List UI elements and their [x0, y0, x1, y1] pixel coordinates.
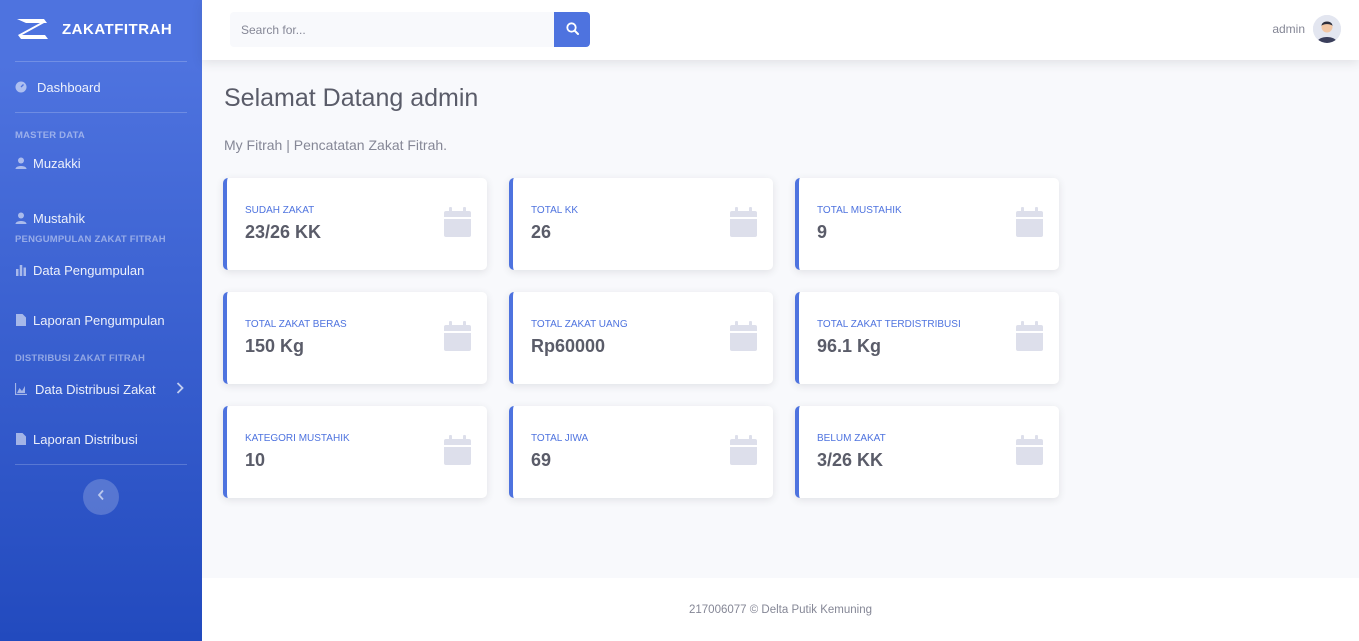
stat-card-sudah-zakat: SUDAH ZAKAT 23/26 KK	[223, 178, 487, 270]
stat-card-value: 150 Kg	[245, 336, 305, 356]
sidebar-item-label: Laporan Pengumpulan	[33, 312, 165, 328]
stat-card-value: 26	[531, 222, 552, 242]
calendar-icon	[730, 435, 757, 465]
stat-card-label: TOTAL ZAKAT BERAS	[245, 319, 347, 330]
sidebar-item-label: Data Pengumpulan	[33, 262, 145, 278]
user-dropdown[interactable]: admin	[1272, 15, 1341, 43]
user-icon	[15, 157, 27, 169]
search-input[interactable]	[230, 12, 554, 47]
stat-card-label: TOTAL ZAKAT TERDISTRIBUSI	[817, 319, 961, 330]
stat-card-value: 10	[245, 450, 266, 470]
sidebar-item-mustahik[interactable]: Mustahik	[0, 185, 202, 243]
sidebar-item-label: Data Distribusi Zakat	[35, 381, 156, 397]
sidebar-item-label: Muzakki	[33, 155, 81, 171]
stat-card-label: TOTAL KK	[531, 205, 579, 216]
sidebar-heading: MASTER DATA	[15, 130, 85, 141]
brand-name: ZAKATFITRAH	[62, 20, 173, 38]
stat-card-belum-zakat: BELUM ZAKAT 3/26 KK	[795, 406, 1059, 498]
sidebar-item-dashboard[interactable]: Dashboard	[0, 62, 202, 112]
stat-card-value: 23/26 KK	[245, 222, 322, 242]
calendar-icon	[444, 321, 471, 351]
stat-card-value: Rp60000	[531, 336, 606, 356]
sidebar-item-data-pengumpulan[interactable]: Data Pengumpulan	[0, 245, 202, 295]
sidebar-item-laporan-pengumpulan[interactable]: Laporan Pengumpulan	[0, 295, 202, 345]
tachometer-icon	[15, 81, 27, 93]
topbar: admin	[202, 0, 1359, 60]
laugh-wink-icon	[14, 15, 50, 43]
stat-card-value: 96.1 Kg	[817, 336, 882, 356]
calendar-icon	[444, 435, 471, 465]
chart-bar-icon	[15, 264, 27, 276]
sidebar-heading: DISTRIBUSI ZAKAT FITRAH	[15, 353, 146, 364]
sidebar-toggle-button[interactable]	[83, 479, 119, 515]
footer: 217006077 © Delta Putik Kemuning	[202, 578, 1359, 641]
stat-card-label: KATEGORI MUSTAHIK	[245, 433, 350, 444]
user-icon	[15, 212, 27, 224]
calendar-icon	[730, 207, 757, 237]
calendar-icon	[444, 207, 471, 237]
footer-copyright: 217006077 © Delta Putik Kemuning	[688, 603, 872, 616]
chevron-right-icon	[176, 382, 184, 397]
search-button[interactable]	[554, 12, 590, 47]
chart-area-icon	[15, 383, 27, 395]
page-title: Selamat Datang admin	[224, 84, 479, 112]
file-icon	[15, 314, 27, 326]
stat-card-value: 3/26 KK	[817, 450, 884, 470]
search-icon	[565, 21, 579, 38]
stat-card-label: BELUM ZAKAT	[817, 433, 886, 444]
sidebar-item-muzakki[interactable]: Muzakki	[0, 141, 202, 185]
calendar-icon	[1016, 321, 1043, 351]
sidebar-item-laporan-distribusi[interactable]: Laporan Distribusi	[0, 414, 202, 464]
page-subtitle: My Fitrah | Pencatatan Zakat Fitrah.	[224, 137, 448, 153]
sidebar-item-label: Dashboard	[37, 79, 101, 95]
search-bar	[230, 12, 590, 47]
stat-card-value: 69	[531, 450, 552, 470]
calendar-icon	[1016, 207, 1043, 237]
stat-card-kategori-mustahik: KATEGORI MUSTAHIK 10	[223, 406, 487, 498]
chevron-left-icon	[97, 488, 105, 506]
stat-card-total-zakat-uang: TOTAL ZAKAT UANG Rp60000	[509, 292, 773, 384]
avatar	[1313, 15, 1341, 43]
stat-card-value: 9	[817, 222, 828, 242]
sidebar-divider	[15, 112, 187, 113]
sidebar-divider	[15, 464, 187, 465]
stat-card-total-zakat-beras: TOTAL ZAKAT BERAS 150 Kg	[223, 292, 487, 384]
sidebar: ZAKATFITRAH Dashboard MASTER DATA Muzakk…	[0, 0, 202, 641]
calendar-icon	[1016, 435, 1043, 465]
sidebar-brand[interactable]: ZAKATFITRAH	[0, 0, 202, 58]
stat-card-total-jiwa: TOTAL JIWA 69	[509, 406, 773, 498]
stat-card-total-kk: TOTAL KK 26	[509, 178, 773, 270]
calendar-icon	[730, 321, 757, 351]
stat-card-label: TOTAL JIWA	[531, 433, 589, 444]
stat-card-total-zakat-terdistribusi: TOTAL ZAKAT TERDISTRIBUSI 96.1 Kg	[795, 292, 1059, 384]
stat-card-label: SUDAH ZAKAT	[245, 205, 315, 216]
sidebar-item-label: Laporan Distribusi	[33, 431, 138, 447]
sidebar-item-label: Mustahik	[33, 210, 86, 226]
file-icon	[15, 433, 27, 445]
stat-card-total-mustahik: TOTAL MUSTAHIK 9	[795, 178, 1059, 270]
user-name: admin	[1272, 22, 1305, 36]
stat-card-label: TOTAL ZAKAT UANG	[531, 319, 628, 330]
stat-card-label: TOTAL MUSTAHIK	[817, 205, 902, 216]
sidebar-item-data-distribusi[interactable]: Data Distribusi Zakat	[0, 364, 202, 414]
